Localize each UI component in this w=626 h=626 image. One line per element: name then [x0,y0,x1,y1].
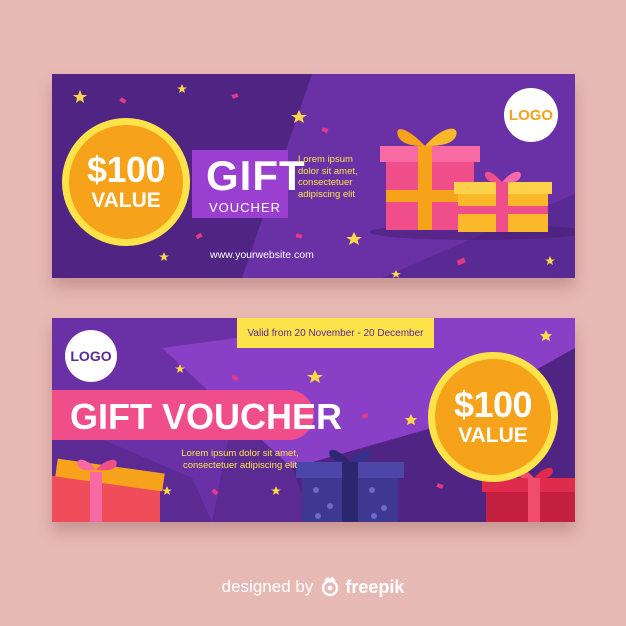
designed-by-text: designed by [221,577,314,596]
gift-voucher-bottom: LOGO Valid from 20 November - 20 Decembe… [52,318,575,522]
voucher-title: GIFT VOUCHER [70,396,343,437]
gift-voucher-top: $100 VALUE GIFT VOUCHER Lorem ipsum dolo… [52,74,575,278]
voucher-value-label: VALUE [458,424,528,447]
voucher-subtitle: VOUCHER [209,200,282,215]
description-line: Lorem ipsum [298,154,353,165]
description-line: dolor sit amet, [298,165,358,177]
freepik-logo-icon [322,577,339,597]
description-line: Lorem ipsum dolor sit amet, [181,448,299,459]
gift-box-icon [52,458,165,522]
voucher-description: Lorem ipsum dolor sit amet, consectetuer… [165,448,315,471]
value-badge: $100 VALUE [62,118,190,246]
voucher-amount: $100 [453,384,533,425]
attribution: designed by freepik [0,574,626,600]
value-badge: $100 VALUE [428,352,558,482]
description-line: consectetuer [298,177,353,188]
description-line: adipiscing elit [298,188,356,200]
website-link[interactable]: www.yourwebsite.com [210,249,314,261]
voucher-description: Lorem ipsum dolor sit amet, consectetuer… [298,154,408,200]
description-line: consectetuer adipiscing elit [182,459,298,471]
voucher-amount: $100 [86,149,166,190]
validity-banner: Valid from 20 November - 20 December [237,318,434,348]
voucher-value-label: VALUE [91,189,161,212]
freepik-brand[interactable]: freepik [345,577,404,598]
logo-badge: LOGO [65,330,117,382]
voucher-title: GIFT [206,152,306,199]
logo-badge: LOGO [504,88,558,142]
